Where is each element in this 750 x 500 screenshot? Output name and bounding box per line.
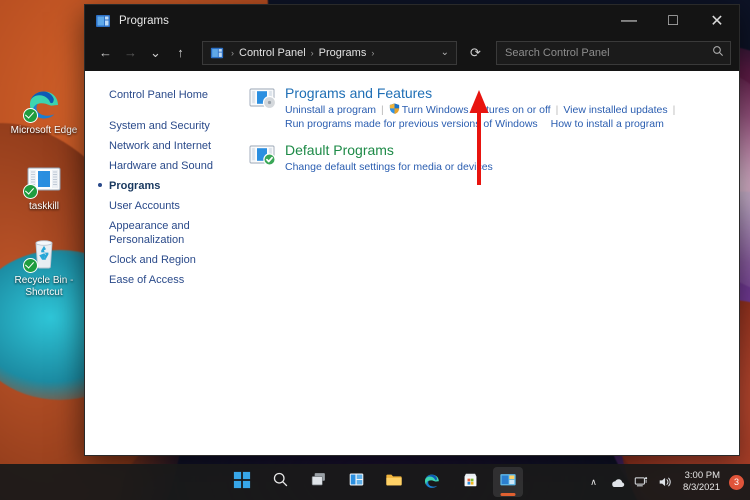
edge-icon <box>423 471 441 494</box>
sidebar-item-appearance-and-personalization[interactable]: Appearance and Personalization <box>85 216 207 250</box>
link-separator: | <box>555 104 559 116</box>
back-button[interactable]: ← <box>93 41 118 65</box>
taskbar: ∧ 3:00 PM 8/3/2021 3 <box>0 464 750 500</box>
category-links-row: Change default settings for media or dev… <box>285 160 727 174</box>
windows-logo-icon <box>233 471 251 494</box>
application-window-icon <box>23 160 63 199</box>
category-programs-and-features: Programs and Features Uninstall a progra… <box>249 85 727 131</box>
category-title-programs-and-features[interactable]: Programs and Features <box>285 85 727 102</box>
notification-badge[interactable]: 3 <box>729 474 744 490</box>
category-default-programs: Default Programs Change default settings… <box>249 142 727 174</box>
breadcrumb-dropdown-icon[interactable]: ⌄ <box>441 47 452 58</box>
category-body: Programs and Features Uninstall a progra… <box>285 85 727 131</box>
clock[interactable]: 3:00 PM 8/3/2021 <box>681 470 722 494</box>
maximize-button[interactable]: □ <box>651 5 695 36</box>
sidebar-item-ease-of-access[interactable]: Ease of Access <box>85 270 233 290</box>
window-title: Programs <box>119 14 169 27</box>
microsoft-store-button[interactable] <box>455 467 485 497</box>
desktop-icon-label: taskkill <box>28 201 59 212</box>
sidebar: Control Panel Home System and Security N… <box>85 71 233 455</box>
link-separator: | <box>381 104 384 116</box>
link-run-programs-previous-versions[interactable]: Run programs made for previous versions … <box>285 118 538 130</box>
breadcrumb-separator: › <box>231 47 234 58</box>
window-titlebar[interactable]: Programs — □ ✕ <box>85 5 739 36</box>
search-icon <box>712 44 724 62</box>
desktop-icon-taskkill[interactable]: taskkill <box>6 160 82 213</box>
desktop: Microsoft Edge taskkill Recycle Bin - Sh… <box>0 0 750 500</box>
desktop-icon-label: Microsoft Edge <box>10 125 78 136</box>
onedrive-icon[interactable] <box>609 472 626 492</box>
category-title-default-programs[interactable]: Default Programs <box>285 142 727 159</box>
minimize-button[interactable]: — <box>607 5 651 36</box>
file-explorer-button[interactable] <box>379 467 409 497</box>
control-panel-icon <box>210 46 224 60</box>
navigation-bar: ← → ⌄ ↑ › Control Panel › Programs › ⌄ ⟳… <box>85 36 739 71</box>
link-view-installed-updates[interactable]: View installed updates <box>563 104 667 116</box>
clock-date: 8/3/2021 <box>683 482 720 493</box>
search-input[interactable] <box>503 45 712 60</box>
link-separator: | <box>672 104 676 116</box>
link-turn-windows-features-on-or-off[interactable]: Turn Windows features on or off <box>402 104 551 116</box>
link-separator <box>538 118 551 130</box>
control-panel-icon <box>499 471 517 494</box>
desktop-icon-edge[interactable]: Microsoft Edge <box>6 84 82 137</box>
folder-icon <box>385 471 403 494</box>
tray-chevron-icon[interactable]: ∧ <box>585 472 602 492</box>
category-links-row: Uninstall a program | Turn Windows feature… <box>285 103 727 117</box>
uac-shield-icon <box>389 103 400 114</box>
sidebar-item-hardware-and-sound[interactable]: Hardware and Sound <box>85 156 233 176</box>
programs-features-icon <box>249 86 277 114</box>
sidebar-item-clock-and-region[interactable]: Clock and Region <box>85 250 233 270</box>
desktop-icon-recycle-bin[interactable]: Recycle Bin - Shortcut <box>6 234 82 299</box>
widgets-icon <box>348 471 365 493</box>
up-button[interactable]: ↑ <box>168 41 193 65</box>
link-change-default-settings[interactable]: Change default settings for media or dev… <box>285 161 493 173</box>
shortcut-check-badge <box>23 108 38 123</box>
network-icon[interactable] <box>633 472 650 492</box>
search-icon <box>272 471 289 493</box>
sidebar-item-system-and-security[interactable]: System and Security <box>85 116 233 136</box>
default-programs-icon <box>249 143 277 171</box>
start-button[interactable] <box>227 467 257 497</box>
link-uninstall-a-program[interactable]: Uninstall a program <box>285 104 376 116</box>
shortcut-check-badge <box>23 258 38 273</box>
taskbar-app-group <box>227 467 523 497</box>
refresh-button[interactable]: ⟳ <box>463 41 488 65</box>
recycle-bin-icon <box>23 234 63 273</box>
store-icon <box>462 471 479 493</box>
clock-time: 3:00 PM <box>684 470 720 481</box>
sidebar-item-control-panel-home[interactable]: Control Panel Home <box>85 85 233 105</box>
desktop-icon-label: Recycle Bin - Shortcut <box>14 275 74 298</box>
sidebar-item-programs[interactable]: Programs <box>85 176 233 196</box>
close-button[interactable]: ✕ <box>695 5 739 36</box>
main-content: Programs and Features Uninstall a progra… <box>233 71 739 455</box>
sidebar-item-network-and-internet[interactable]: Network and Internet <box>85 136 233 156</box>
breadcrumb-item-control-panel[interactable]: Control Panel <box>236 47 309 59</box>
search-box[interactable] <box>496 40 731 65</box>
link-how-to-install-a-program[interactable]: How to install a program <box>551 118 664 130</box>
edge-icon <box>23 84 63 123</box>
breadcrumb[interactable]: › Control Panel › Programs › ⌄ <box>202 40 457 65</box>
task-view-icon <box>310 471 327 493</box>
control-panel-button[interactable] <box>493 467 523 497</box>
category-links-row: Run programs made for previous versions … <box>285 117 727 131</box>
widgets-button[interactable] <box>341 467 371 497</box>
volume-icon[interactable] <box>657 472 674 492</box>
category-body: Default Programs Change default settings… <box>285 142 727 174</box>
system-tray: ∧ 3:00 PM 8/3/2021 3 <box>585 470 744 494</box>
breadcrumb-item-programs[interactable]: Programs <box>316 47 370 59</box>
breadcrumb-separator: › <box>371 47 375 58</box>
breadcrumb-separator: › <box>310 47 314 58</box>
edge-button[interactable] <box>417 467 447 497</box>
shortcut-check-badge <box>23 184 38 199</box>
forward-button[interactable]: → <box>118 41 143 65</box>
task-view-button[interactable] <box>303 467 333 497</box>
window-body: Control Panel Home System and Security N… <box>85 71 739 455</box>
control-panel-window: Programs — □ ✕ ← → ⌄ ↑ › Control Panel ›… <box>84 4 740 456</box>
recent-locations-button[interactable]: ⌄ <box>143 41 168 65</box>
sidebar-item-user-accounts[interactable]: User Accounts <box>85 196 233 216</box>
search-button[interactable] <box>265 467 295 497</box>
control-panel-icon <box>95 13 111 29</box>
